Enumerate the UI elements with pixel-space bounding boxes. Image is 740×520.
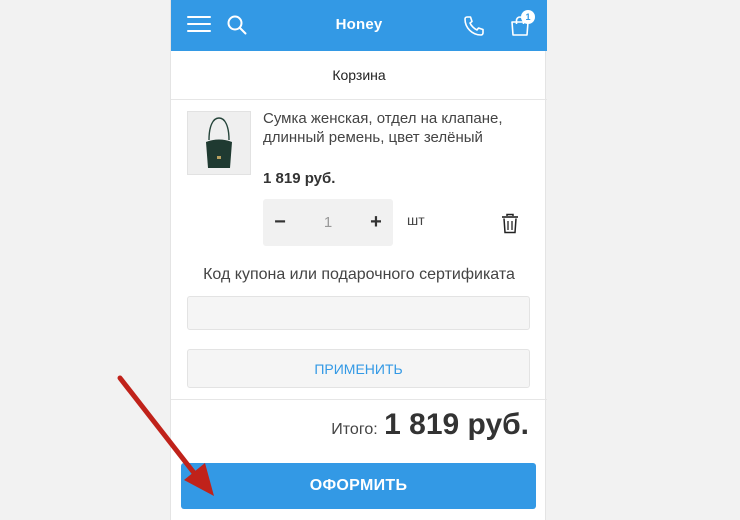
- coupon-label: Код купона или подарочного сертификата: [203, 266, 515, 283]
- total-label: Итого:: [331, 421, 378, 438]
- header-bar: Honey 1: [171, 0, 547, 51]
- apply-coupon-button[interactable]: ПРИМЕНИТЬ: [187, 349, 530, 388]
- total-value: 1 819 руб.: [384, 408, 529, 441]
- checkout-button[interactable]: ОФОРМИТЬ: [181, 463, 536, 509]
- quantity-unit: шт: [407, 212, 425, 228]
- product-thumbnail[interactable]: [187, 111, 251, 175]
- mobile-page: Honey 1 Корзина Сумка женская, отдел на …: [170, 0, 547, 520]
- divider: [171, 399, 547, 400]
- product-name[interactable]: Сумка женская, отдел на клапане, длинный…: [263, 110, 525, 147]
- trash-icon[interactable]: [501, 213, 519, 234]
- decrement-button[interactable]: −: [265, 199, 295, 246]
- bag-image: [206, 117, 232, 168]
- phone-icon[interactable]: [462, 14, 486, 38]
- coupon-input[interactable]: [187, 296, 530, 330]
- quantity-input[interactable]: 1: [293, 199, 363, 246]
- order-total: Итого: 1 819 руб.: [331, 408, 529, 442]
- cart-count-badge: 1: [521, 10, 535, 24]
- product-price: 1 819 руб.: [263, 170, 336, 187]
- page-title: Корзина: [171, 51, 547, 100]
- brand-logo[interactable]: Honey: [171, 16, 547, 33]
- increment-button[interactable]: +: [361, 199, 391, 246]
- quantity-stepper: − 1 +: [263, 199, 393, 246]
